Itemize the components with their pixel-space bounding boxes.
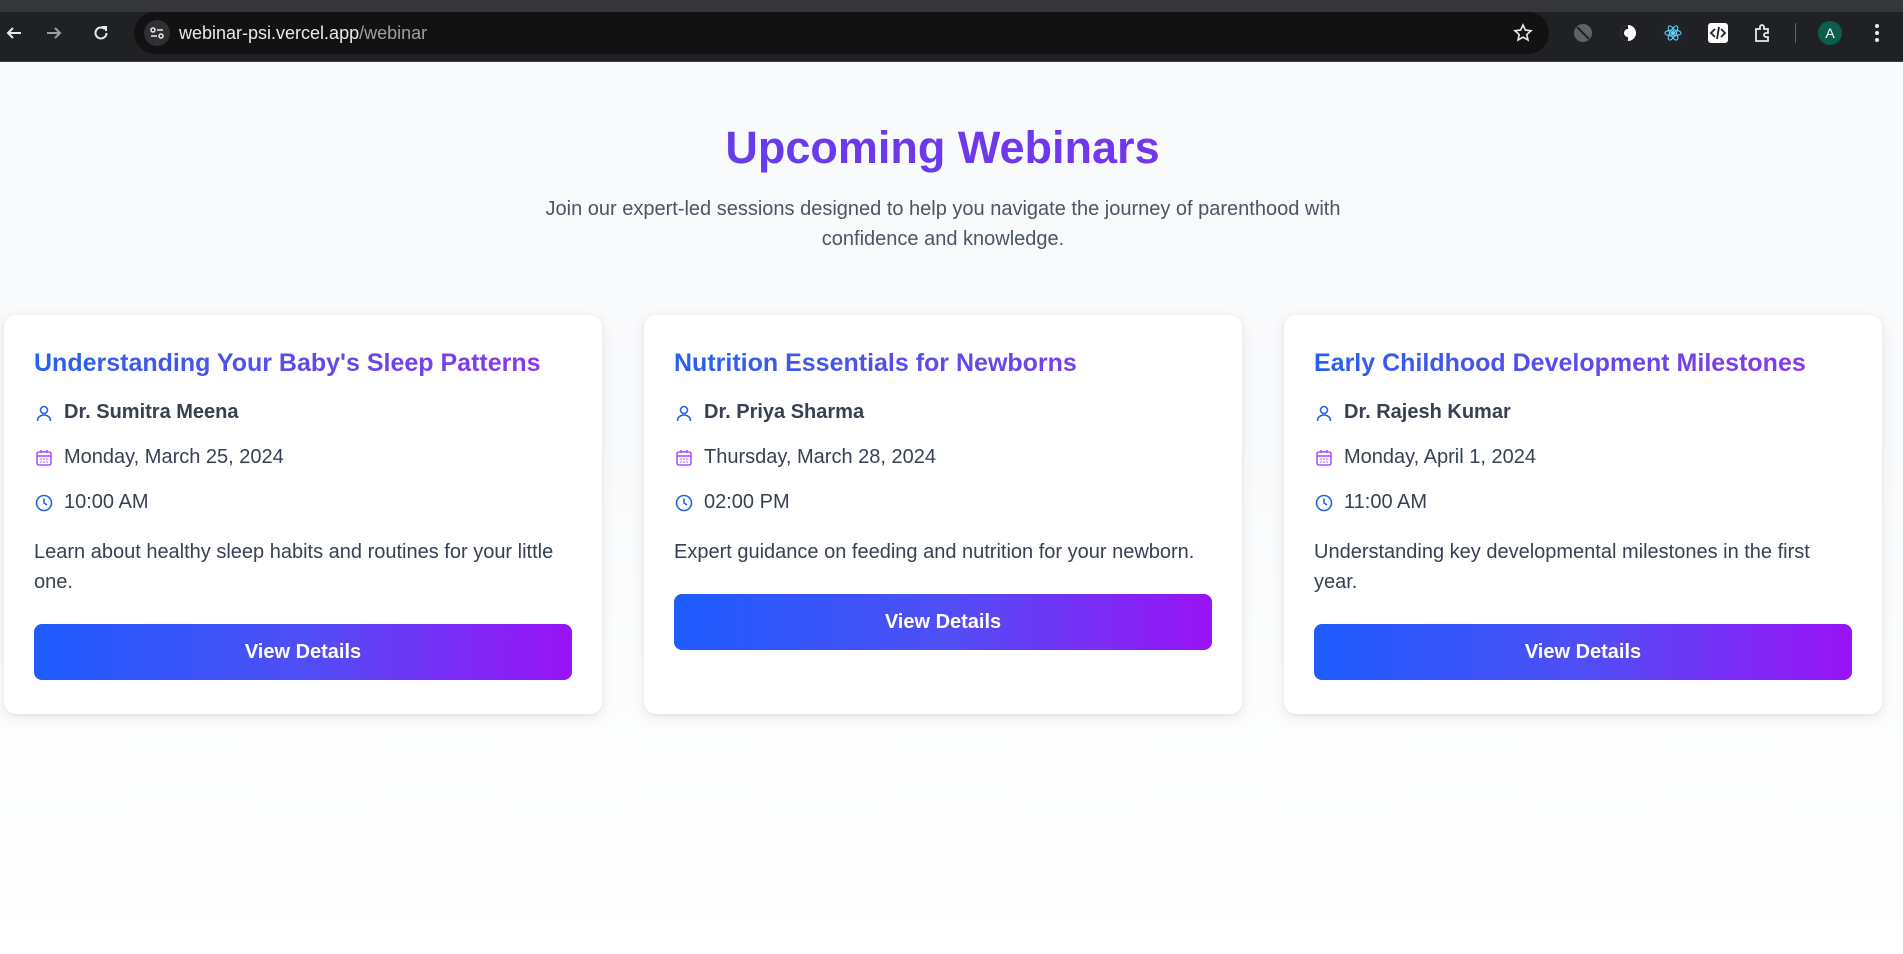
webinar-description: Learn about healthy sleep habits and rou… [34, 541, 554, 593]
webinar-speaker: Dr. Sumitra Meena [64, 401, 239, 423]
webinar-time-row: 02:00 PM [674, 487, 1212, 518]
react-devtools-icon[interactable] [1660, 20, 1686, 46]
site-info-icon[interactable] [144, 20, 170, 46]
user-icon [1314, 403, 1334, 423]
extension-blocker-icon[interactable] [1570, 20, 1596, 46]
browser-tab-strip [0, 0, 1903, 12]
clock-icon [34, 493, 54, 513]
clock-icon [674, 493, 694, 513]
webinar-date-row: Thursday, March 28, 2024 [674, 442, 1212, 473]
code-extension-icon[interactable] [1705, 20, 1731, 46]
webinar-speaker: Dr. Priya Sharma [704, 401, 865, 423]
calendar-icon [1314, 448, 1334, 468]
webinar-page: Upcoming Webinars Join our expert-led se… [0, 62, 1903, 954]
view-details-button[interactable]: View Details [1314, 624, 1852, 680]
webinar-date: Monday, March 25, 2024 [64, 446, 284, 468]
webinar-date: Monday, April 1, 2024 [1344, 446, 1536, 468]
toolbar-divider [1795, 23, 1796, 43]
webinar-description: Understanding key developmental mileston… [1314, 541, 1810, 593]
address-bar[interactable]: webinar-psi.vercel.app/webinar [134, 12, 1549, 54]
page-subtitle: Join our expert-led sessions designed to… [545, 198, 1341, 250]
webinar-date: Thursday, March 28, 2024 [704, 446, 936, 468]
webinar-time: 10:00 AM [64, 491, 149, 513]
view-details-button[interactable]: View Details [34, 624, 572, 680]
webinar-speaker-row: Dr. Priya Sharma [674, 397, 1212, 428]
url-host: webinar-psi.vercel.app [179, 23, 360, 43]
browser-toolbar: webinar-psi.vercel.app/webinar A [0, 0, 1903, 62]
reload-icon[interactable] [87, 19, 115, 47]
browser-menu-icon[interactable] [1864, 20, 1890, 46]
webinar-time-row: 11:00 AM [1314, 487, 1852, 518]
webinar-date-row: Monday, March 25, 2024 [34, 442, 572, 473]
webinar-time: 11:00 AM [1344, 491, 1428, 513]
back-icon[interactable] [0, 19, 28, 47]
user-icon [34, 403, 54, 423]
clock-icon [1314, 493, 1334, 513]
calendar-icon [674, 448, 694, 468]
webinar-speaker-row: Dr. Sumitra Meena [34, 397, 572, 428]
webinar-card: Nutrition Essentials for Newborns Dr. Pr… [644, 315, 1242, 714]
webinar-speaker-row: Dr. Rajesh Kumar [1314, 397, 1852, 428]
page-title: Upcoming Webinars [0, 122, 1885, 174]
view-details-button[interactable]: View Details [674, 594, 1212, 650]
webinar-title: Early Childhood Development Milestones [1314, 347, 1852, 379]
extension-circle-icon[interactable] [1615, 20, 1641, 46]
forward-icon[interactable] [40, 19, 68, 47]
calendar-icon [34, 448, 54, 468]
webinar-card: Early Childhood Development Milestones D… [1284, 315, 1882, 714]
webinar-time-row: 10:00 AM [34, 487, 572, 518]
webinar-description: Expert guidance on feeding and nutrition… [674, 541, 1195, 563]
webinar-card: Understanding Your Baby's Sleep Patterns… [4, 315, 602, 714]
user-icon [674, 403, 694, 423]
url-text[interactable]: webinar-psi.vercel.app/webinar [179, 23, 427, 44]
bookmark-star-icon[interactable] [1511, 21, 1535, 45]
url-path: /webinar [359, 23, 428, 43]
extensions-puzzle-icon[interactable] [1750, 20, 1776, 46]
webinar-date-row: Monday, April 1, 2024 [1314, 442, 1852, 473]
webinar-time: 02:00 PM [704, 491, 790, 513]
webinar-title: Understanding Your Baby's Sleep Patterns [34, 347, 572, 379]
webinar-title: Nutrition Essentials for Newborns [674, 347, 1212, 379]
profile-avatar[interactable]: A [1818, 21, 1842, 45]
webinar-speaker: Dr. Rajesh Kumar [1344, 401, 1511, 423]
